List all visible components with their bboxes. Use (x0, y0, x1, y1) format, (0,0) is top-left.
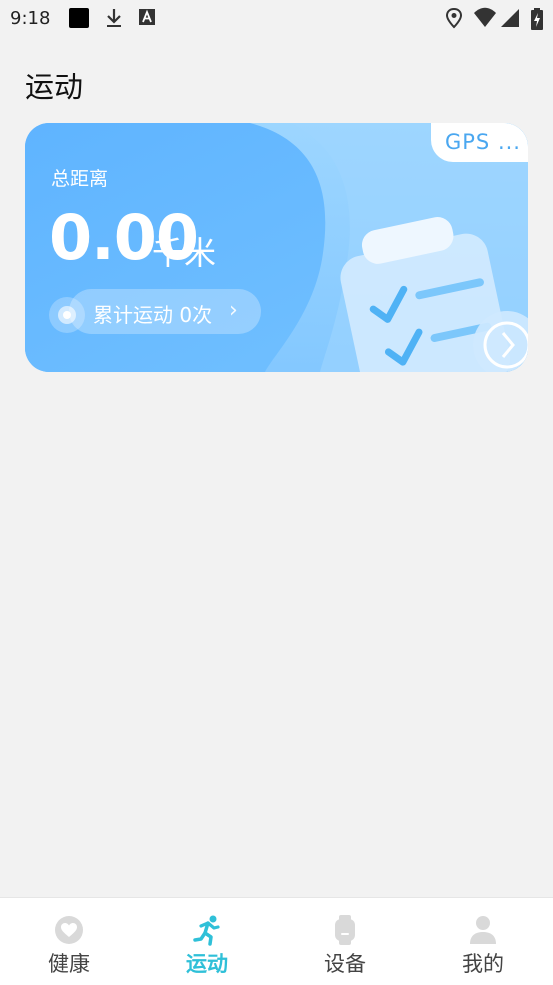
cellular-signal-icon (501, 9, 519, 27)
chevron-right-icon: › (229, 298, 238, 323)
status-time: 9:18 (10, 8, 51, 29)
wifi-icon (474, 7, 496, 27)
status-bar: 9:18 (0, 0, 553, 36)
battery-charging-icon (531, 8, 543, 30)
tab-sport-label: 运动 (186, 952, 228, 976)
exercise-summary-card[interactable]: GPS ... 总距离 0.00 千米 累计运动 0次 › (25, 123, 528, 372)
tab-sport[interactable]: 运动 (138, 898, 276, 985)
distance-unit-label: 千米 (152, 234, 217, 272)
tab-mine-label: 我的 (462, 952, 504, 976)
font-a-icon (139, 9, 155, 25)
tab-device[interactable]: 设备 (276, 898, 414, 985)
running-icon (193, 915, 220, 946)
tab-health-label: 健康 (48, 952, 90, 976)
tab-mine[interactable]: 我的 (414, 898, 552, 985)
heart-icon (55, 916, 83, 944)
download-icon (107, 9, 121, 27)
location-icon (445, 7, 463, 29)
bottom-tab-bar: 健康 运动 设备 我的 (0, 897, 553, 985)
person-icon (470, 916, 496, 944)
tab-health[interactable]: 健康 (0, 898, 138, 985)
app-square-icon (69, 8, 89, 28)
exercise-count-button[interactable]: 累计运动 0次 › (69, 289, 261, 334)
page-title: 运动 (25, 70, 84, 104)
gps-status-tag[interactable]: GPS ... (431, 123, 528, 162)
clipboard-check-illustration (340, 217, 528, 372)
exercise-count-text: 累计运动 0次 (93, 303, 213, 327)
total-distance-label: 总距离 (51, 168, 109, 190)
watch-icon (335, 915, 355, 945)
tab-device-label: 设备 (324, 952, 366, 976)
